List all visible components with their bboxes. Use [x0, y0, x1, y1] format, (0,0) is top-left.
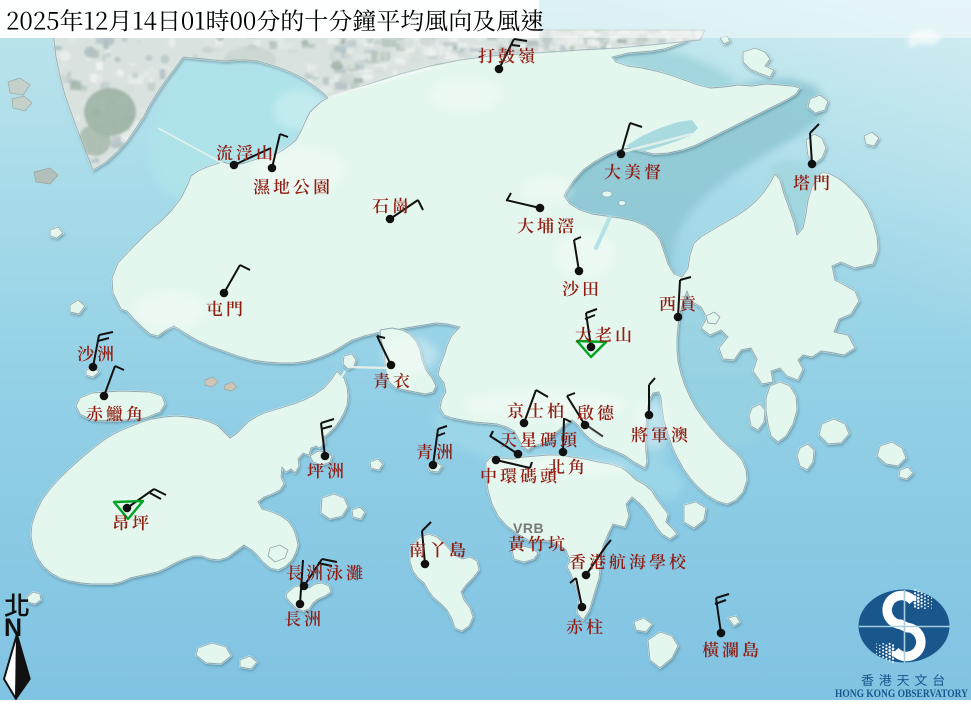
- svg-text:N: N: [4, 614, 22, 642]
- svg-text:VRB: VRB: [513, 520, 544, 536]
- svg-text:HONG KONG OBSERVATORY: HONG KONG OBSERVATORY: [835, 688, 969, 700]
